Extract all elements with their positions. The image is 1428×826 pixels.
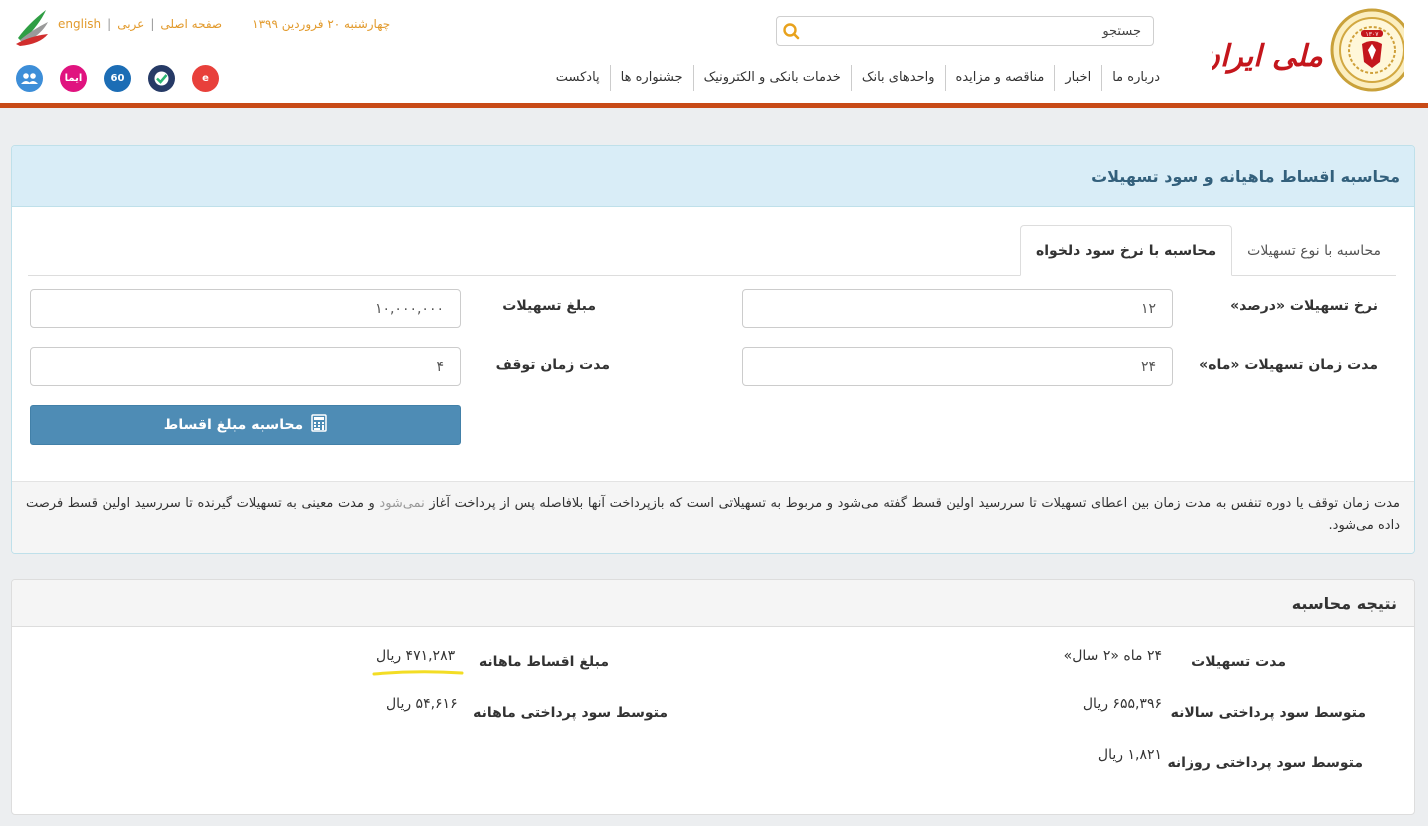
header-accent-bar	[0, 103, 1428, 108]
current-date: چهارشنبه ۲۰ فروردین ۱۳۹۹	[252, 17, 391, 31]
nav-services[interactable]: خدمات بانکی و الکترونیک	[692, 65, 851, 91]
nav-news[interactable]: اخبار	[1054, 65, 1101, 91]
nav-podcast[interactable]: پادکست	[546, 65, 610, 91]
link-english[interactable]: english	[58, 17, 101, 31]
calculator-icon	[311, 414, 327, 436]
link-separator: |	[150, 17, 155, 31]
logo-year: ۱۳۰۷	[1366, 31, 1380, 38]
search-icon[interactable]	[777, 17, 805, 45]
result-daily-profit-value: ۱,۸۲۱ ریال	[1097, 747, 1162, 763]
result-monthly-installment-value: ۴۷۱,۲۸۳ ریال	[376, 648, 456, 664]
result-yearly-profit-value: ۶۵۵,۳۹۶ ریال	[1082, 696, 1162, 712]
note-text-muted: نمی‌شود	[379, 496, 425, 511]
bank60-icon[interactable]: 60	[104, 65, 131, 92]
search-input[interactable]	[805, 17, 1153, 45]
calculation-result-panel: نتیجه محاسبه مدت تسهیلات ۲۴ ماه «۲ سال» …	[11, 579, 1415, 815]
note-text-1: مدت زمان توقف یا دوره تنفس به مدت زمان ب…	[424, 496, 1400, 511]
site-header: بانک ملی ایران ۱۳۰۷ درباره ما اخبار مناق…	[0, 0, 1428, 104]
nav-festivals[interactable]: جشنواره ها	[609, 65, 693, 91]
result-yearly-profit-label: متوسط سود پرداختی سالانه	[1170, 705, 1366, 721]
users-icon[interactable]	[16, 65, 43, 92]
link-separator: |	[107, 17, 112, 31]
amount-label: مبلغ تسهیلات	[502, 298, 596, 314]
tab-custom-rate[interactable]: محاسبه با نرخ سود دلخواه	[1019, 225, 1233, 276]
highlight-underline	[372, 670, 464, 676]
tab-by-loan-type[interactable]: محاسبه با نوع تسهیلات	[1232, 225, 1396, 276]
ebank-icon[interactable]: e	[192, 65, 219, 92]
calculate-button-label: محاسبه مبلغ اقساط	[163, 417, 304, 433]
result-monthly-installment-label: مبلغ اقساط ماهانه	[478, 654, 609, 670]
calculator-title: محاسبه اقساط ماهیانه و سود تسهیلات	[1091, 166, 1400, 186]
service-icons: ایما 60 e	[16, 65, 219, 92]
loan-calculator-panel: محاسبه اقساط ماهیانه و سود تسهیلات محاسب…	[11, 145, 1415, 554]
rate-label: نرخ تسهیلات «درصد»	[1230, 298, 1378, 314]
calculator-header: محاسبه اقساط ماهیانه و سود تسهیلات	[12, 146, 1414, 207]
result-duration-label: مدت تسهیلات	[1191, 654, 1286, 670]
grace-period-note: مدت زمان توقف یا دوره تنفس به مدت زمان ب…	[12, 481, 1414, 553]
rate-input[interactable]	[742, 289, 1173, 328]
link-home[interactable]: صفحه اصلی	[160, 17, 222, 31]
grace-period-label: مدت زمان توقف	[495, 357, 610, 373]
duration-label: مدت زمان تسهیلات «ماه»	[1199, 357, 1378, 373]
calculator-tabs: محاسبه با نوع تسهیلات محاسبه با نرخ سود …	[28, 225, 1396, 276]
search-box	[776, 16, 1154, 46]
bale-icon[interactable]: ایما	[60, 65, 87, 92]
flag-emblem-icon[interactable]	[14, 4, 50, 46]
nav-branches[interactable]: واحدهای بانک	[850, 65, 945, 91]
grace-period-input[interactable]	[30, 347, 461, 386]
link-arabic[interactable]: عربی	[117, 17, 144, 31]
result-monthly-profit-label: متوسط سود پرداختی ماهانه	[473, 705, 668, 721]
nav-about[interactable]: درباره ما	[1101, 65, 1170, 91]
calculate-installments-button[interactable]: محاسبه مبلغ اقساط	[30, 405, 461, 445]
result-header: نتیجه محاسبه	[12, 580, 1414, 627]
top-links: چهارشنبه ۲۰ فروردین ۱۳۹۹ صفحه اصلی | عرب…	[58, 16, 390, 32]
bank-logo[interactable]: بانک ملی ایران ۱۳۰۷	[1198, 4, 1414, 96]
nav-tenders[interactable]: مناقصه و مزایده	[944, 65, 1055, 91]
result-duration-value: ۲۴ ماه «۲ سال»	[1063, 648, 1162, 664]
result-title: نتیجه محاسبه	[1291, 593, 1397, 613]
result-daily-profit-label: متوسط سود پرداختی روزانه	[1167, 755, 1363, 771]
duration-input[interactable]	[742, 347, 1173, 386]
main-nav: درباره ما اخبار مناقصه و مزایده واحدهای …	[546, 64, 1170, 92]
check-shield-icon[interactable]	[148, 65, 175, 92]
amount-input[interactable]	[30, 289, 461, 328]
result-monthly-profit-value: ۵۴,۶۱۶ ریال	[386, 696, 458, 712]
